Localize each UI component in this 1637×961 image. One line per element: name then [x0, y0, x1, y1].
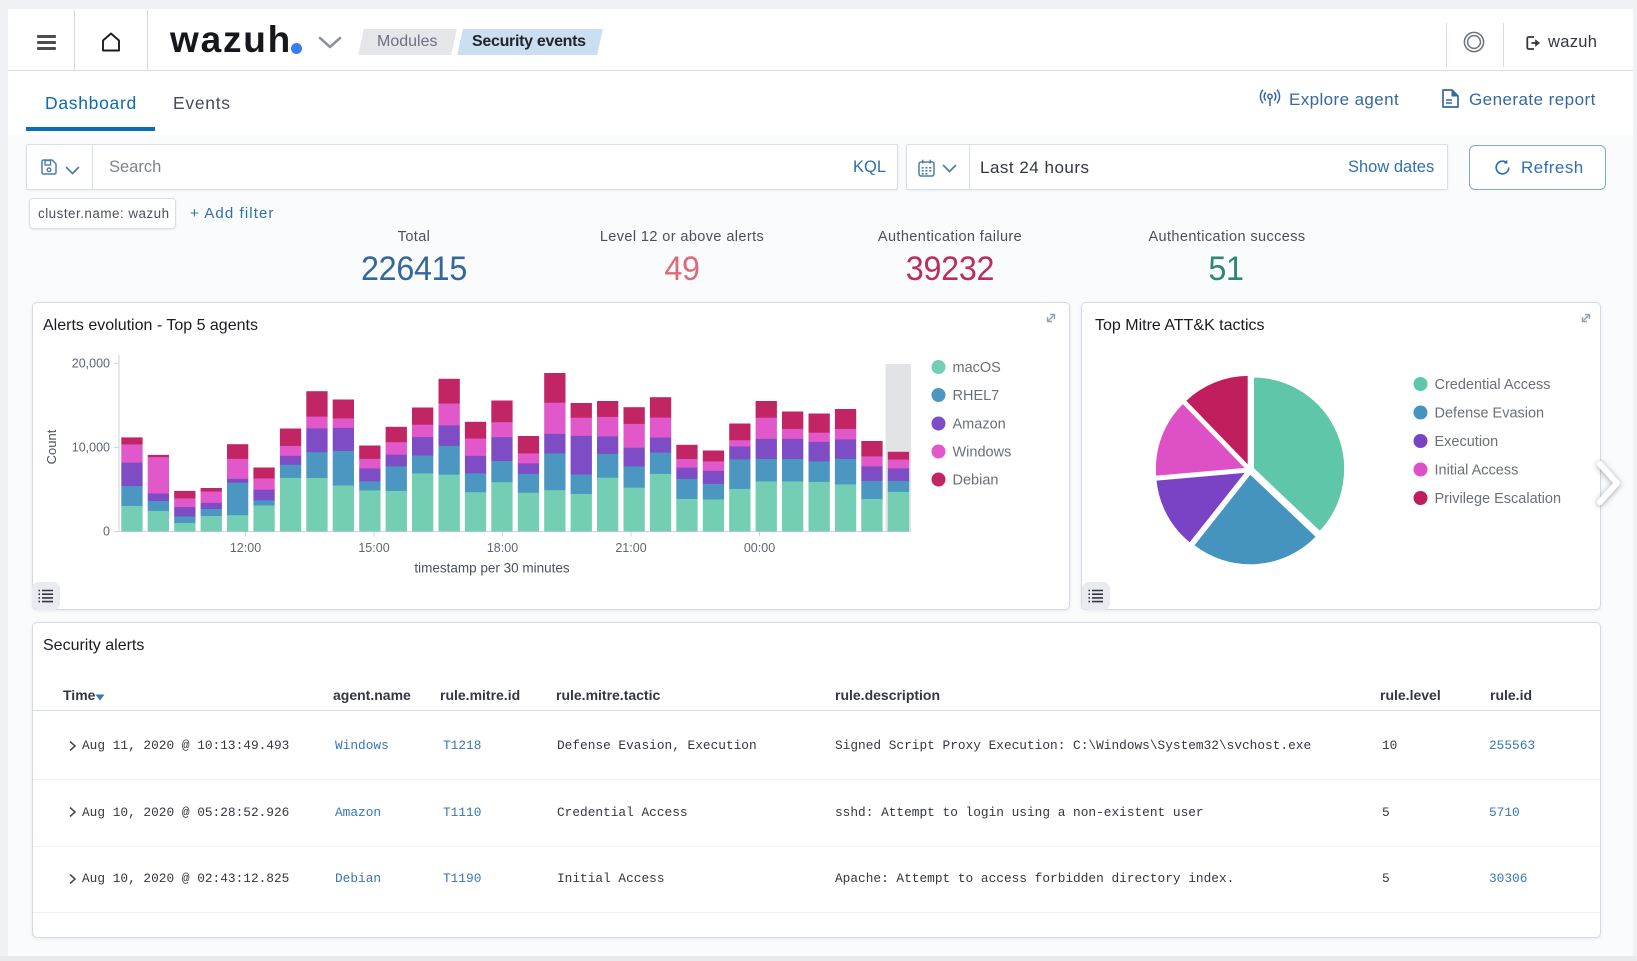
svg-text:00:00: 00:00: [744, 541, 775, 555]
svg-text:Initial Access: Initial Access: [1435, 463, 1519, 479]
svg-text:15:00: 15:00: [358, 541, 389, 555]
svg-text:Execution: Execution: [1435, 434, 1499, 450]
svg-text:macOS: macOS: [953, 360, 1001, 376]
svg-text:10,000: 10,000: [72, 441, 110, 455]
svg-text:Credential Access: Credential Access: [1435, 377, 1551, 393]
svg-text:Debian: Debian: [953, 473, 999, 489]
svg-text:0: 0: [103, 525, 110, 539]
svg-text:Count: Count: [44, 429, 59, 464]
svg-text:timestamp per 30 minutes: timestamp per 30 minutes: [414, 561, 570, 576]
svg-text:Amazon: Amazon: [953, 417, 1006, 433]
svg-text:Windows: Windows: [953, 445, 1012, 461]
svg-text:20,000: 20,000: [72, 357, 110, 371]
svg-text:Defense Evasion: Defense Evasion: [1435, 406, 1545, 422]
svg-text:Privilege Escalation: Privilege Escalation: [1435, 491, 1562, 507]
svg-text:18:00: 18:00: [487, 541, 518, 555]
svg-text:21:00: 21:00: [615, 541, 646, 555]
svg-text:12:00: 12:00: [230, 541, 261, 555]
svg-text:RHEL7: RHEL7: [953, 388, 1000, 404]
